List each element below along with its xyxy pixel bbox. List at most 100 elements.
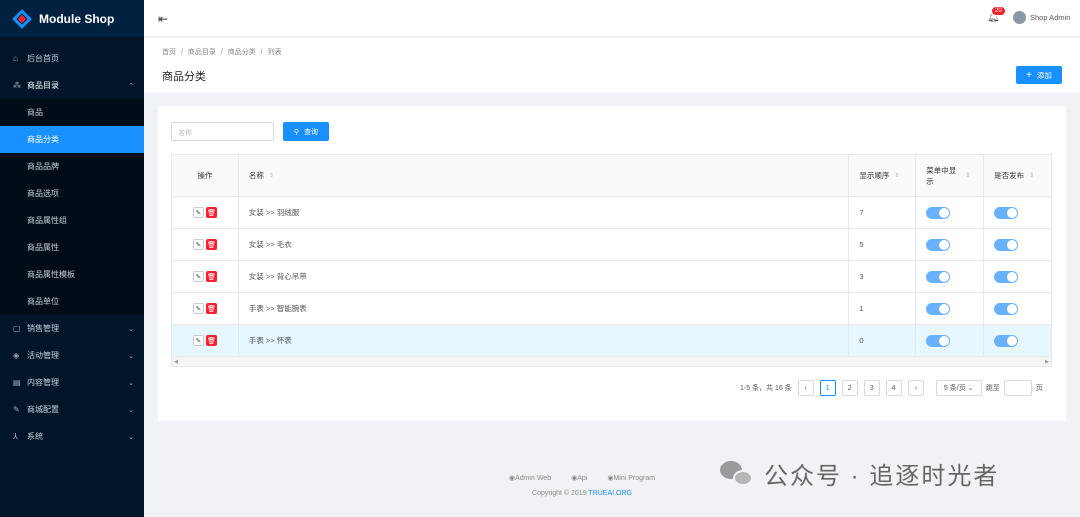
page-size-select[interactable]: 5 条/页 ⌄ [935, 380, 982, 396]
sidebar-item-catalog[interactable]: ⁂ 商品目录 ⌃ [0, 72, 144, 99]
scroll-left-icon[interactable]: ◀ [174, 359, 178, 365]
page-button[interactable]: 2 [841, 380, 858, 396]
breadcrumb-separator: / [180, 49, 183, 56]
sidebar-item-sales[interactable]: ▢ 销售管理 ⌄ [0, 315, 144, 342]
edit-icon[interactable]: ✎ [192, 303, 204, 314]
submenu-item-categories[interactable]: 商品分类 [0, 126, 144, 153]
column-header-published[interactable]: 是否发布 ⇕ [984, 155, 1051, 196]
published-toggle[interactable] [994, 334, 1019, 347]
home-icon: ⌂ [13, 54, 18, 63]
row-actions: ✎ 🗑︎ [172, 261, 239, 292]
breadcrumb: 首页 / 商品目录 / 商品分类 / 列表 [162, 47, 285, 57]
cell-name: 手表 >> 怀表 [239, 325, 850, 356]
column-header-name[interactable]: 名称 ⇕ [239, 155, 850, 196]
cell-name: 女装 >> 羽绒服 [239, 197, 850, 228]
column-header-order[interactable]: 显示顺序 ⇕ [849, 155, 917, 196]
page-header: 首页 / 商品目录 / 商品分类 / 列表 商品分类 + 添加 [144, 38, 1080, 93]
breadcrumb-catalog[interactable]: 商品目录 [188, 49, 216, 56]
edit-icon[interactable]: ✎ [192, 207, 204, 218]
sidebar-item-system[interactable]: ⅄ 系统 ⌄ [0, 423, 144, 450]
cell-show-in-menu [916, 325, 985, 356]
sidebar-item-content[interactable]: ▤ 内容管理 ⌄ [0, 369, 144, 396]
search-icon: ⚲ [293, 128, 300, 136]
copyright: Copyright © 2019 TRUEAI.ORG [144, 490, 1080, 497]
menu-fold-icon[interactable]: ⇤ [158, 12, 168, 26]
submenu-item-units[interactable]: 商品单位 [0, 288, 144, 315]
edit-icon[interactable]: ✎ [192, 271, 204, 282]
next-page-button[interactable]: › [907, 380, 924, 396]
published-toggle[interactable] [994, 302, 1019, 315]
sidebar-item-label: 销售管理 [27, 324, 59, 333]
wrench-icon: ✎ [13, 405, 20, 414]
sidebar-item-label: 活动管理 [27, 351, 59, 360]
plus-icon: + [1026, 69, 1032, 81]
submenu-item-products[interactable]: 商品 [0, 99, 144, 126]
sidebar-item-dashboard[interactable]: ⌂ 后台首页 [0, 45, 144, 72]
sidebar: Module Shop ⌂ 后台首页 ⁂ 商品目录 ⌃ 商品 商品分类 商品品牌 商品… [0, 0, 144, 517]
org-link[interactable]: TRUEAI.ORG [588, 490, 632, 497]
table-header: 操作 名称 ⇕ 显示顺序 ⇕ 菜单中显示 ⇕ 是否发布 ⇕ [172, 155, 1051, 197]
submenu-item-options[interactable]: 商品选项 [0, 180, 144, 207]
published-toggle[interactable] [994, 270, 1019, 283]
jump-page-input[interactable] [1003, 380, 1032, 396]
submenu-item-attributes[interactable]: 商品属性 [0, 234, 144, 261]
column-header-show-in-menu[interactable]: 菜单中显示 ⇕ [916, 155, 985, 196]
watermark-text: 公众号 · 追逐时光者 [764, 463, 1000, 490]
table-row: ✎ 🗑︎ 女装 >> 羽绒服 7 [172, 197, 1051, 229]
prev-page-button[interactable]: ‹ [797, 380, 814, 396]
sidebar-item-label: 后台首页 [27, 54, 59, 63]
search-button[interactable]: ⚲ 查询 [283, 122, 329, 141]
page-button[interactable]: 1 [819, 380, 836, 396]
table-row: ✎ 🗑︎ 女装 >> 背心吊带 3 [172, 261, 1051, 293]
submenu-item-attribute-groups[interactable]: 商品属性组 [0, 207, 144, 234]
sidebar-item-label: 系统 [27, 432, 43, 441]
edit-icon[interactable]: ✎ [192, 239, 204, 250]
sidebar-item-activities[interactable]: ◈ 活动管理 ⌄ [0, 342, 144, 369]
breadcrumb-categories[interactable]: 商品分类 [228, 49, 256, 56]
logo-icon [12, 8, 32, 29]
show-in-menu-toggle[interactable] [926, 334, 951, 347]
published-toggle[interactable] [994, 206, 1019, 219]
pagination: 1-5 条，共 16 条 ‹ 1 2 3 4 › 5 条/页 ⌄ 跳至 页 [740, 380, 1043, 396]
show-in-menu-toggle[interactable] [926, 302, 951, 315]
sort-icon[interactable]: ⇕ [269, 172, 274, 179]
tag-icon: ◈ [13, 351, 20, 360]
search-input[interactable]: 名称 [171, 122, 274, 141]
page-button[interactable]: 4 [885, 380, 902, 396]
footer-link-label: Api [577, 475, 588, 482]
page-button[interactable]: 3 [863, 380, 880, 396]
table-row: ✎ 🗑︎ 女装 >> 毛衣 5 [172, 229, 1051, 261]
cell-published [984, 229, 1051, 260]
show-in-menu-toggle[interactable] [926, 206, 951, 219]
add-button[interactable]: + 添加 [1016, 66, 1062, 84]
sidebar-item-shop-config[interactable]: ✎ 商城配置 ⌄ [0, 396, 144, 423]
user-name[interactable]: Shop Admin [1030, 13, 1070, 22]
content-icon: ▤ [13, 378, 21, 387]
delete-icon[interactable]: 🗑︎ [205, 207, 217, 218]
scroll-right-icon[interactable]: ▶ [1045, 359, 1049, 365]
app-logo[interactable]: Module Shop [0, 0, 144, 37]
avatar[interactable] [1013, 11, 1026, 24]
show-in-menu-toggle[interactable] [926, 270, 951, 283]
delete-icon[interactable]: 🗑︎ [205, 303, 217, 314]
sort-icon[interactable]: ⇕ [1029, 172, 1034, 179]
delete-icon[interactable]: 🗑︎ [205, 335, 217, 346]
published-toggle[interactable] [994, 238, 1019, 251]
sort-icon[interactable]: ⇕ [965, 172, 970, 179]
page-size-value: 5 条/页 [943, 385, 966, 392]
footer-link-admin-web[interactable]: ◉Admin Web [509, 474, 551, 482]
footer-link-mini-program[interactable]: ◉Mini Program [607, 474, 655, 482]
submenu-item-brands[interactable]: 商品品牌 [0, 153, 144, 180]
footer-link-api[interactable]: ◉Api [571, 474, 587, 482]
delete-icon[interactable]: 🗑︎ [205, 271, 217, 282]
breadcrumb-home[interactable]: 首页 [162, 49, 176, 56]
wechat-icon [720, 459, 756, 489]
horizontal-scrollbar[interactable]: ◀ ▶ [172, 357, 1051, 366]
show-in-menu-toggle[interactable] [926, 238, 951, 251]
catalog-submenu: 商品 商品分类 商品品牌 商品选项 商品属性组 商品属性 商品属性模板 商品单位 [0, 99, 144, 315]
row-actions: ✎ 🗑︎ [172, 325, 239, 356]
edit-icon[interactable]: ✎ [192, 335, 204, 346]
submenu-item-attribute-templates[interactable]: 商品属性模板 [0, 261, 144, 288]
sort-icon[interactable]: ⇕ [894, 172, 899, 179]
delete-icon[interactable]: 🗑︎ [205, 239, 217, 250]
